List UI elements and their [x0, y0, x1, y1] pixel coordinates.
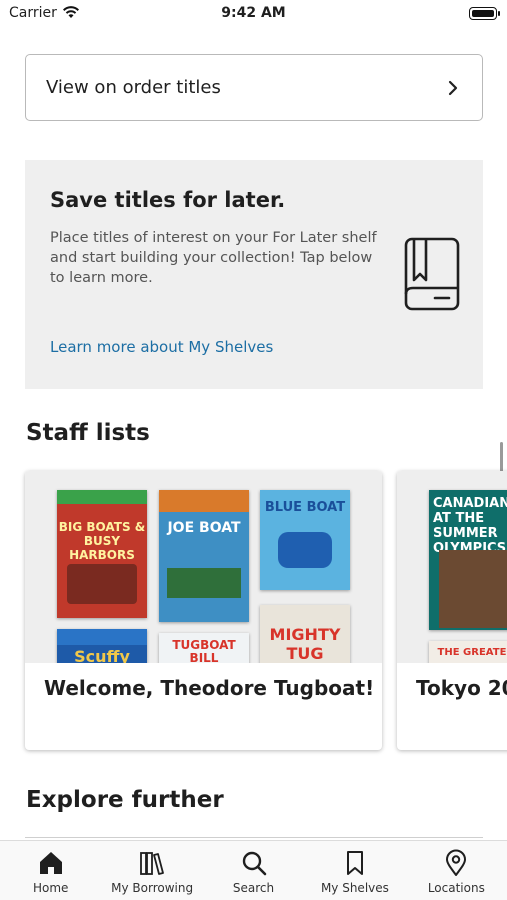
- battery-icon: [469, 7, 500, 20]
- nav-my-borrowing-label: My Borrowing: [111, 881, 194, 895]
- nav-search-label: Search: [232, 881, 275, 895]
- book-icon: [404, 237, 460, 311]
- nav-locations[interactable]: Locations: [406, 841, 507, 900]
- staff-list-card[interactable]: CANADIANS AT THE SUMMER OLYMPICS THE GRE…: [397, 471, 507, 750]
- cover-collage: CANADIANS AT THE SUMMER OLYMPICS THE GRE…: [397, 471, 507, 663]
- book-cover[interactable]: Scuffy: [57, 629, 147, 663]
- book-cover[interactable]: MIGHTY TUG: [260, 605, 350, 663]
- home-icon: [39, 852, 62, 874]
- bottom-nav: Home My Borrowing Search My Shelves Loca…: [0, 840, 507, 900]
- location-pin-icon: [446, 849, 467, 876]
- book-cover[interactable]: BIG BOATS & BUSY HARBORS: [57, 490, 147, 618]
- nav-my-shelves-label: My Shelves: [320, 881, 389, 895]
- save-for-later-title: Save titles for later.: [50, 188, 286, 212]
- status-bar: Carrier 9:42 AM: [0, 0, 507, 28]
- learn-more-link[interactable]: Learn more about My Shelves: [50, 338, 273, 356]
- book-cover[interactable]: BLUE BOAT: [260, 490, 350, 590]
- book-cover[interactable]: CANADIANS AT THE SUMMER OLYMPICS: [429, 490, 507, 630]
- save-for-later-card: Save titles for later. Place titles of i…: [25, 160, 483, 389]
- books-icon: [140, 852, 165, 875]
- staff-list-card[interactable]: BIG BOATS & BUSY HARBORS JOE BOAT BLUE B…: [25, 471, 382, 750]
- nav-my-shelves[interactable]: My Shelves: [304, 841, 405, 900]
- cover-collage: BIG BOATS & BUSY HARBORS JOE BOAT BLUE B…: [25, 471, 382, 663]
- book-cover[interactable]: TUGBOAT BILL: [159, 633, 249, 663]
- chevron-right-icon: [448, 80, 458, 95]
- nav-locations-label: Locations: [427, 881, 485, 895]
- staff-lists-heading: Staff lists: [26, 420, 150, 446]
- nav-home-label: Home: [32, 881, 69, 895]
- save-for-later-description: Place titles of interest on your For Lat…: [50, 230, 377, 286]
- bookmark-icon: [346, 851, 363, 875]
- staff-list-title: Welcome, Theodore Tugboat!: [44, 676, 375, 700]
- search-icon: [242, 851, 266, 876]
- explore-further-heading: Explore further: [26, 787, 224, 813]
- view-on-order-label: View on order titles: [46, 77, 221, 98]
- book-cover[interactable]: THE GREATEST: [429, 641, 507, 663]
- staff-list-title: Tokyo 2020: [416, 676, 507, 700]
- nav-my-borrowing[interactable]: My Borrowing: [101, 841, 202, 900]
- nav-search[interactable]: Search: [203, 841, 304, 900]
- nav-home[interactable]: Home: [0, 841, 101, 900]
- view-on-order-button[interactable]: View on order titles: [25, 54, 483, 121]
- divider: [25, 837, 483, 838]
- book-cover[interactable]: JOE BOAT: [159, 490, 249, 622]
- status-time: 9:42 AM: [221, 5, 286, 21]
